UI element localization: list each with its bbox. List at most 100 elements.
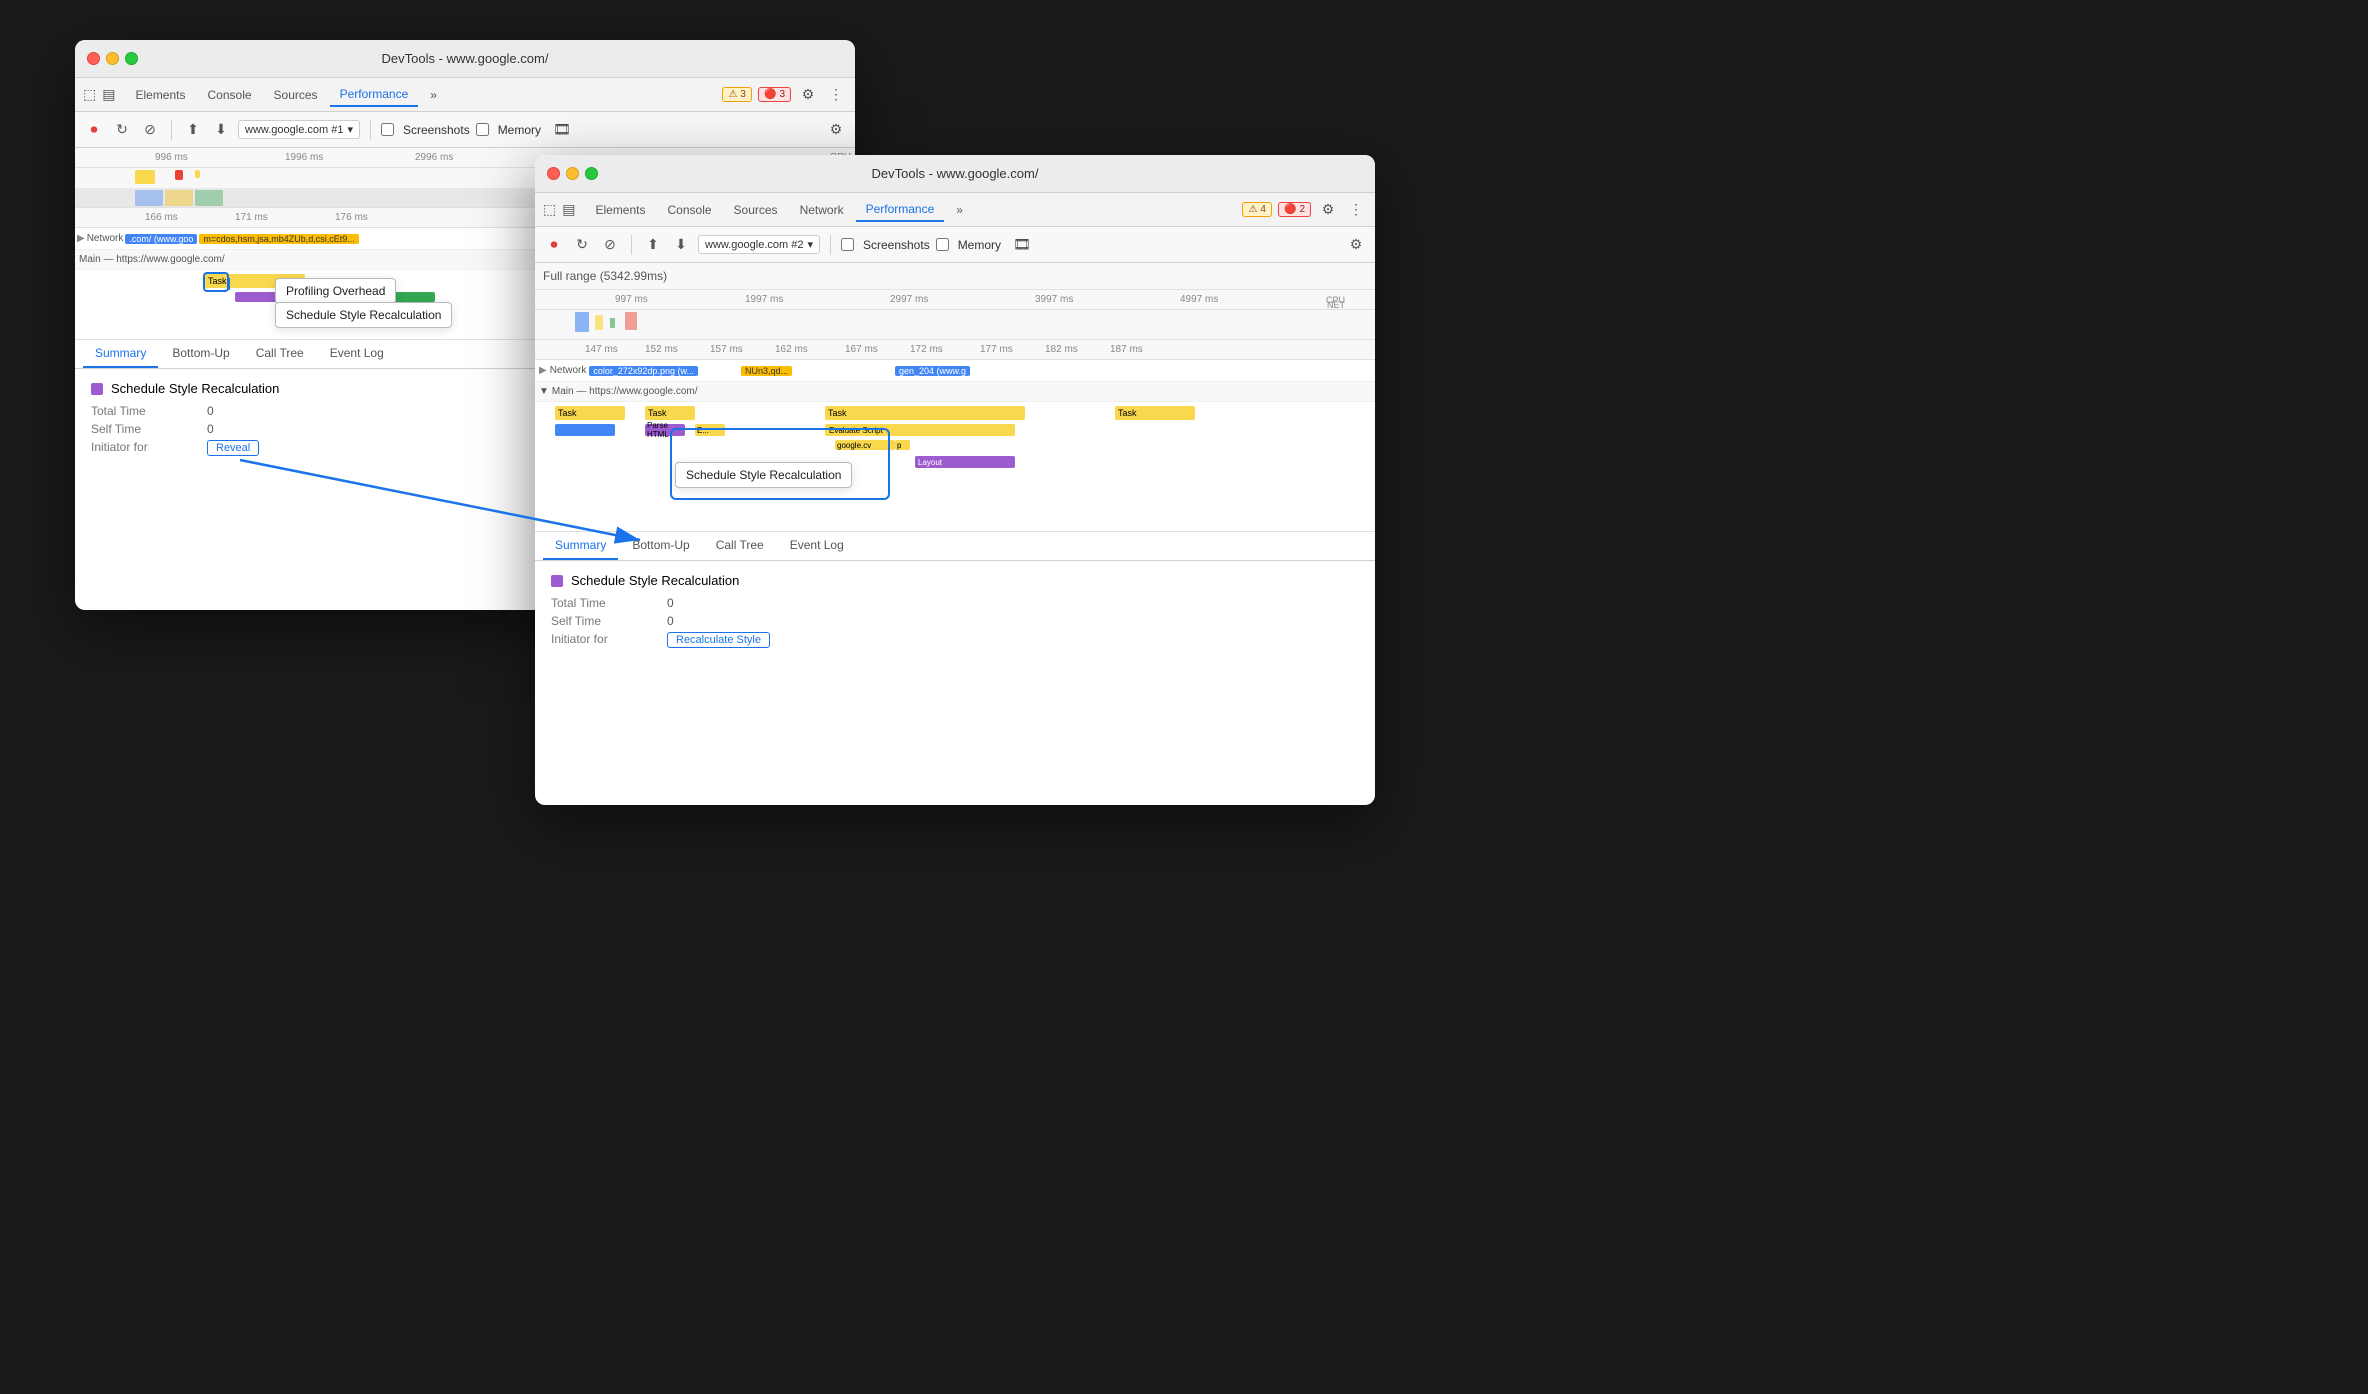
maximize-button-back[interactable] [125,52,138,65]
title-bar-front: DevTools - www.google.com/ [535,155,1375,193]
target-selector-back[interactable]: www.google.com #1 ▾ [238,120,360,139]
subtask-green-back [395,292,435,302]
subtask-parse2-front: Parse HTML [645,424,685,436]
reload-btn-front[interactable]: ↻ [571,234,593,256]
mini-chart-front [535,310,1375,340]
self-time-row-front: Self Time 0 [551,614,1359,628]
ruler-mark-1-front: 997 ms [615,294,648,305]
close-button-back[interactable] [87,52,100,65]
settings-btn-back[interactable]: ⚙ [797,84,819,106]
profiling-tooltip: Profiling Overhead [275,278,396,304]
tab-console-back[interactable]: Console [198,84,262,106]
recalculate-style-button-front[interactable]: Recalculate Style [667,632,770,648]
screenshots-label-back: Screenshots [403,123,470,137]
eventlog-tab-front[interactable]: Event Log [778,532,856,560]
capture-settings-back[interactable]: ⚙ [825,119,847,141]
calltree-tab-front[interactable]: Call Tree [704,532,776,560]
target-selector-front[interactable]: www.google.com #2 ▾ [698,235,820,254]
tab-sources-front[interactable]: Sources [724,199,788,221]
error-badge-front: 🔴 2 [1278,202,1311,217]
minimize-button-front[interactable] [566,167,579,180]
time-mark-3-back: 176 ms [335,212,368,223]
task-bar-3-front[interactable]: Task [825,406,1025,420]
tab-more-back[interactable]: » [420,84,447,106]
network-url3-front: gen_204 (www.g [895,366,970,376]
mini-cpu-bar-3 [195,170,200,178]
record-btn-back[interactable]: ⏺ [83,119,105,141]
download-btn-back[interactable]: ⬇ [210,119,232,141]
devtools-icon-front: ⬚ [543,201,556,218]
record-btn-front[interactable]: ⏺ [543,234,565,256]
calltree-tab-back[interactable]: Call Tree [244,340,316,368]
summary-tab-front[interactable]: Summary [543,532,618,560]
summary-panel-front: Schedule Style Recalculation Total Time … [535,561,1375,664]
time-mark-2-back: 171 ms [235,212,268,223]
subtask-google-cv-front: google.cv [835,440,895,450]
error-badge-back: 🔴 3 [758,87,791,102]
time-mark-5-front: 167 ms [845,344,878,355]
task-bar-4-front[interactable]: Task [1115,406,1195,420]
tab-performance-front[interactable]: Performance [856,198,945,222]
mini-cpu-bar-1 [135,170,155,184]
tab-elements-front[interactable]: Elements [585,199,655,221]
time-mark-2-front: 152 ms [645,344,678,355]
capture-settings-front[interactable]: ⚙ [1345,234,1367,256]
main-section-label-front: ▼ Main — https://www.google.com/ [535,382,1375,402]
total-time-row-front: Total Time 0 [551,596,1359,610]
tab-sources-back[interactable]: Sources [264,84,328,106]
tab-network-front[interactable]: Network [790,199,854,221]
task-bar-2-front[interactable]: Task [645,406,695,420]
more-btn-front[interactable]: ⋮ [1345,199,1367,221]
settings-btn-front[interactable]: ⚙ [1317,199,1339,221]
net-label-front: NET [1327,300,1345,310]
summary-tab-back[interactable]: Summary [83,340,158,368]
bottomup-tab-front[interactable]: Bottom-Up [620,532,701,560]
screenshots-label-front: Screenshots [863,238,930,252]
timeline-ruler-front: 997 ms 1997 ms 2997 ms 3997 ms 4997 ms C… [535,290,1375,310]
bottomup-tab-back[interactable]: Bottom-Up [160,340,241,368]
eventlog-tab-back[interactable]: Event Log [318,340,396,368]
screenshots-checkbox-back[interactable] [381,123,394,136]
memory-checkbox-front[interactable] [936,238,949,251]
tab-elements-back[interactable]: Elements [125,84,195,106]
clear-btn-front[interactable]: ⊘ [599,234,621,256]
upload-btn-front[interactable]: ⬆ [642,234,664,256]
minimize-button-back[interactable] [106,52,119,65]
perf-toolbar-back: ⏺ ↻ ⊘ ⬆ ⬇ www.google.com #1 ▾ Screenshot… [75,112,855,148]
screenshot-icon-back: 🎞 [553,121,571,138]
title-bar-back: DevTools - www.google.com/ [75,40,855,78]
screenshots-checkbox-front[interactable] [841,238,854,251]
task-bar-1-front[interactable]: Task [555,406,625,420]
dropdown-icon-back: ▾ [347,123,353,136]
memory-checkbox-back[interactable] [476,123,489,136]
reload-btn-back[interactable]: ↻ [111,119,133,141]
tab-bar-front: ⬚ ▤ Elements Console Sources Network Per… [535,193,1375,227]
ruler-mark-1-back: 996 ms [155,152,188,163]
window-title-back: DevTools - www.google.com/ [382,51,549,66]
close-button-front[interactable] [547,167,560,180]
ruler-mark-2-back: 1996 ms [285,152,323,163]
initiator-row-front: Initiator for Recalculate Style [551,632,1359,648]
traffic-lights-front [547,167,598,180]
subtask-p-front: p [895,440,910,450]
separator2-back [370,120,371,140]
traffic-lights-back [87,52,138,65]
time-mark-3-front: 157 ms [710,344,743,355]
more-btn-back[interactable]: ⋮ [825,84,847,106]
tab-console-front[interactable]: Console [658,199,722,221]
reveal-button-back[interactable]: Reveal [207,440,259,456]
upload-btn-back[interactable]: ⬆ [182,119,204,141]
perf-toolbar-front: ⏺ ↻ ⊘ ⬆ ⬇ www.google.com #2 ▾ Screenshot… [535,227,1375,263]
tab-more-front[interactable]: » [946,199,973,221]
network-url-front: color_272x92dp.png (w... [589,366,698,376]
full-range-label: Full range (5342.99ms) [535,263,1375,290]
maximize-button-front[interactable] [585,167,598,180]
download-btn-front[interactable]: ⬇ [670,234,692,256]
tab-performance-back[interactable]: Performance [330,83,419,107]
network-track-front: ▶ Network color_272x92dp.png (w... NUn3,… [535,360,1375,382]
warning-badge-front: ⚠ 4 [1242,202,1272,217]
subtask-layout-front: Layout [915,456,1015,468]
clear-btn-back[interactable]: ⊘ [139,119,161,141]
ruler-mark-4-front: 3997 ms [1035,294,1073,305]
time-mark-9-front: 187 ms [1110,344,1143,355]
